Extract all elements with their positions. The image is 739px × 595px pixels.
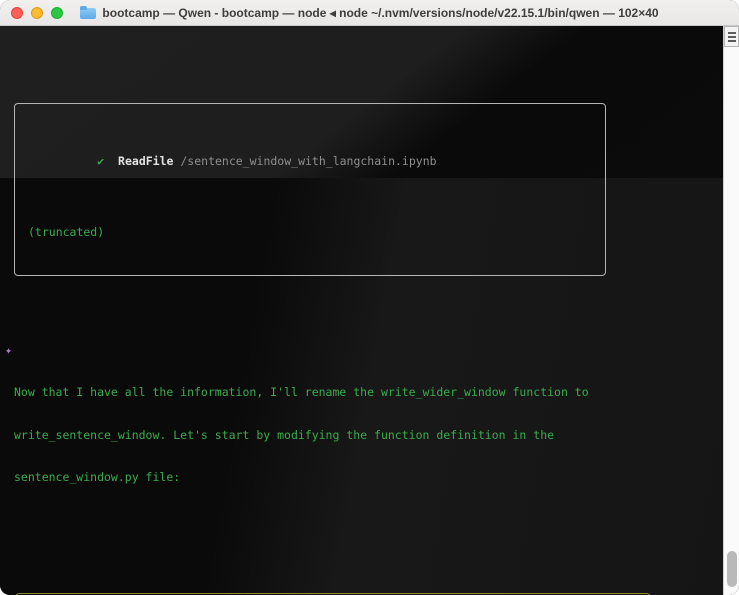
assistant-line-3: sentence_window.py file: — [14, 470, 181, 485]
scrollbar[interactable] — [723, 26, 739, 595]
traffic-lights — [11, 0, 63, 26]
assistant-line-2: write_sentence_window. Let's start by mo… — [14, 427, 555, 442]
window-title: bootcamp — Qwen - bootcamp — node ◂ node… — [102, 5, 659, 20]
assistant-message: ✦ Now that I have all the information, I… — [5, 343, 723, 513]
readfile-tool-label: ReadFile — [118, 154, 174, 169]
scrollbar-grip-icon[interactable] — [724, 26, 739, 47]
terminal-window: bootcamp — Qwen - bootcamp — node ◂ node… — [0, 0, 739, 595]
readfile-tool-box: ✔ ReadFile /sentence_window_with_langcha… — [14, 102, 606, 276]
terminal-content: ✔ ReadFile /sentence_window_with_langcha… — [0, 26, 723, 595]
assistant-star-icon: ✦ — [5, 342, 12, 357]
readfile-path: /sentence_window_with_langchain.ipynb — [180, 154, 437, 169]
zoom-button[interactable] — [51, 7, 63, 19]
scrollbar-thumb[interactable] — [726, 551, 737, 587]
folder-icon — [80, 6, 97, 19]
terminal-screen: ✔ ReadFile /sentence_window_with_langcha… — [0, 26, 739, 595]
titlebar: bootcamp — Qwen - bootcamp — node ◂ node… — [0, 0, 739, 26]
readfile-truncated-note: (truncated) — [28, 225, 105, 240]
assistant-line-1: Now that I have all the information, I'l… — [14, 385, 589, 400]
close-button[interactable] — [11, 7, 23, 19]
minimize-button[interactable] — [31, 7, 43, 19]
